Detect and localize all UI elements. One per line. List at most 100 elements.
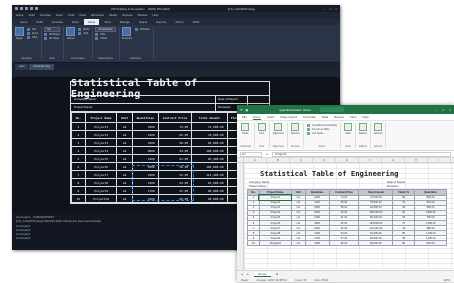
shade-button[interactable]: Shade [95,36,115,40]
minimize-icon[interactable]: – [324,7,326,11]
next-sheet-icon[interactable]: ▸ [247,272,248,276]
menu-tools[interactable]: Tools [68,13,75,17]
sheet-tab-sheet1[interactable]: Sheet1 [253,271,271,277]
zoom-level[interactable]: 100% [443,279,450,282]
add-sheet-icon[interactable]: ⊕ [276,272,278,276]
cad-titlebar: ZW Drafting & Annotation [DWG MS 2022] [… [12,5,340,12]
regen-button[interactable]: Regen [15,27,24,40]
formula-input[interactable]: Project1 [272,151,451,157]
tab-output[interactable]: Output [135,19,151,25]
tab-data[interactable]: Data [322,115,328,119]
minimize-icon[interactable]: – [436,108,438,112]
doc-tab-start[interactable]: Start [15,64,29,70]
menu-express[interactable]: Express [122,13,132,17]
zoom-button[interactable]: Zoom [27,31,38,35]
menu-home[interactable]: Home [16,13,23,17]
table-cell[interactable]: 825.00 [414,240,447,247]
column-header-i[interactable]: I [428,158,451,162]
font-button[interactable]: Font [257,123,266,135]
close-icon[interactable]: × [335,7,337,11]
maximize-icon[interactable]: □ [329,7,331,11]
save-icon[interactable] [25,7,28,10]
number-button[interactable]: Number [291,123,300,135]
search-box[interactable] [319,107,344,112]
tab-tools[interactable]: Tools [100,19,115,25]
column-header-c[interactable]: C [290,158,313,162]
column-header-a[interactable]: A [244,158,267,162]
tab-review[interactable]: Review [334,115,344,119]
tab-page-layout[interactable]: Page Layout [280,115,297,119]
column-header-b[interactable]: B [267,158,290,162]
tab-solid[interactable]: Solid [32,19,46,25]
table-cell[interactable]: m2 [290,240,306,247]
windows-button[interactable]: Windows [135,27,150,31]
menu-help[interactable]: Help [153,13,159,17]
tab-file[interactable]: File [242,115,247,119]
table-cell: 1 [71,122,86,131]
table-cell[interactable]: 55 [392,240,416,247]
tab-insert[interactable]: Insert [267,115,275,119]
table-cell[interactable]: Project10 [258,240,292,247]
menu-modify[interactable]: Modify [109,13,117,17]
column-header-d[interactable]: D [313,158,336,162]
paste-button[interactable]: Paste [241,123,250,135]
tab-annotate[interactable]: Annotate [48,19,67,25]
tab-formulas[interactable]: Formulas [303,115,316,119]
menu-annotate[interactable]: Annotate [40,13,51,17]
table-row[interactable]: 10 Project10 m2 1500 60.00 90,000.00 55 825.00 [247,240,447,247]
new-file-icon[interactable] [15,7,18,10]
3d-views-button[interactable]: 3D Views [44,36,60,40]
table-cell[interactable]: 10 [247,240,260,247]
column-header-f[interactable]: F [359,158,382,162]
tab-express[interactable]: Express [152,19,170,25]
add-ins-button[interactable]: Add-ins [374,123,382,135]
column-header-e[interactable]: E [336,158,359,162]
menu-solid[interactable]: Solid [28,13,34,17]
tab-apps[interactable]: APPs [189,19,204,25]
tab-view[interactable]: View [350,115,356,119]
viewports-button[interactable]: Viewports [122,27,132,40]
cells-button[interactable]: Cells [343,123,352,135]
column-header-g[interactable]: G [382,158,405,162]
column-header-h[interactable]: H [405,158,428,162]
name-box[interactable]: C7 [240,151,262,157]
prev-sheet-icon[interactable]: ◂ [241,272,242,276]
wireframe-button[interactable]: Wireframe [44,32,60,36]
menu-dimension[interactable]: Dimension [91,13,104,17]
table-cell[interactable]: 1500 [304,240,330,247]
excel-data-table[interactable]: No. Project Name Unit Quantities Contract Pr… [247,189,447,247]
menu-insert[interactable]: Insert [56,13,63,17]
worksheet[interactable]: Statistical Table of Engineering Company… [237,163,454,270]
tab-insert[interactable]: Insert [68,19,83,25]
select-all-corner[interactable] [237,158,244,162]
cell-styles-button[interactable]: Cell Styles [306,131,337,135]
tab-add-in[interactable]: Add-In [171,19,187,25]
redo-icon[interactable] [35,7,38,10]
button-label: UCS [83,31,89,35]
ucs-button[interactable]: UCS [78,31,89,35]
tab-help[interactable]: Help [362,115,368,119]
tab-home[interactable]: Home [252,115,261,120]
tab-home[interactable]: Home [16,19,31,25]
tab-manage[interactable]: Manage [116,19,134,25]
doc-tab-drawing1-dwg[interactable]: Drawing1.dwg [29,64,54,70]
menu-draw[interactable]: Draw [79,13,86,17]
autosave-icon[interactable]: ⟲ [240,108,243,112]
undo-icon[interactable] [30,7,33,10]
table-cell[interactable]: 90,000.00 [358,240,394,247]
open-file-icon[interactable] [20,7,23,10]
tab-clone[interactable]: Clone [83,19,100,25]
maximize-icon[interactable]: □ [442,108,444,112]
menu-window[interactable]: Window [138,13,148,17]
fx-icon[interactable]: fx [266,152,268,156]
orbit-button[interactable]: Orbit [27,35,38,39]
table-cell: 6 [71,162,86,171]
save-icon[interactable]: ▣ [246,108,249,112]
editing-button[interactable]: Editing [358,123,367,135]
world-button[interactable]: World [78,27,89,31]
conditional-formatting-button[interactable]: Conditional Formatting [306,123,337,127]
named-button[interactable]: Named [66,27,76,40]
table-cell[interactable]: 60.00 [328,240,360,247]
close-icon[interactable]: × [449,108,451,112]
alignment-button[interactable]: Alignment [273,123,284,135]
